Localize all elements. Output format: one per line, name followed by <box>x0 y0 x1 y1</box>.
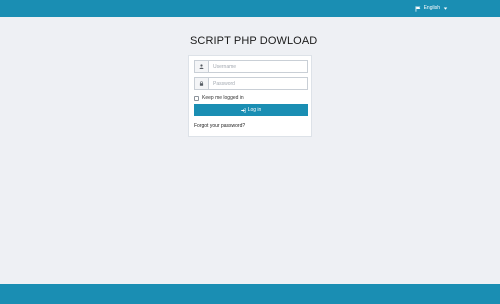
remember-me[interactable]: Keep me logged in <box>194 95 244 102</box>
forgot-password-link[interactable]: Forgot your password? <box>194 123 245 130</box>
language-selector[interactable]: English <box>415 5 448 12</box>
login-button-label: Log in <box>247 107 262 113</box>
remember-checkbox[interactable] <box>194 96 199 101</box>
username-input[interactable] <box>209 61 307 72</box>
password-addon <box>195 78 209 89</box>
sign-in-icon <box>240 107 246 113</box>
top-navbar: English <box>0 0 500 17</box>
language-label: English <box>423 5 440 11</box>
footer-bar <box>0 284 500 304</box>
username-field <box>194 60 308 73</box>
caret-down-icon <box>443 7 448 10</box>
password-input[interactable] <box>209 78 307 89</box>
user-icon <box>199 64 204 69</box>
login-panel: Keep me logged in Log in Forgot your pas… <box>188 55 312 137</box>
password-field <box>194 77 308 90</box>
username-addon <box>195 61 209 72</box>
flag-icon <box>415 5 420 12</box>
lock-icon <box>199 81 204 86</box>
remember-label: Keep me logged in <box>202 95 244 101</box>
login-button[interactable]: Log in <box>194 104 308 116</box>
page-title: SCRIPT PHP DOWLOAD <box>190 35 318 47</box>
